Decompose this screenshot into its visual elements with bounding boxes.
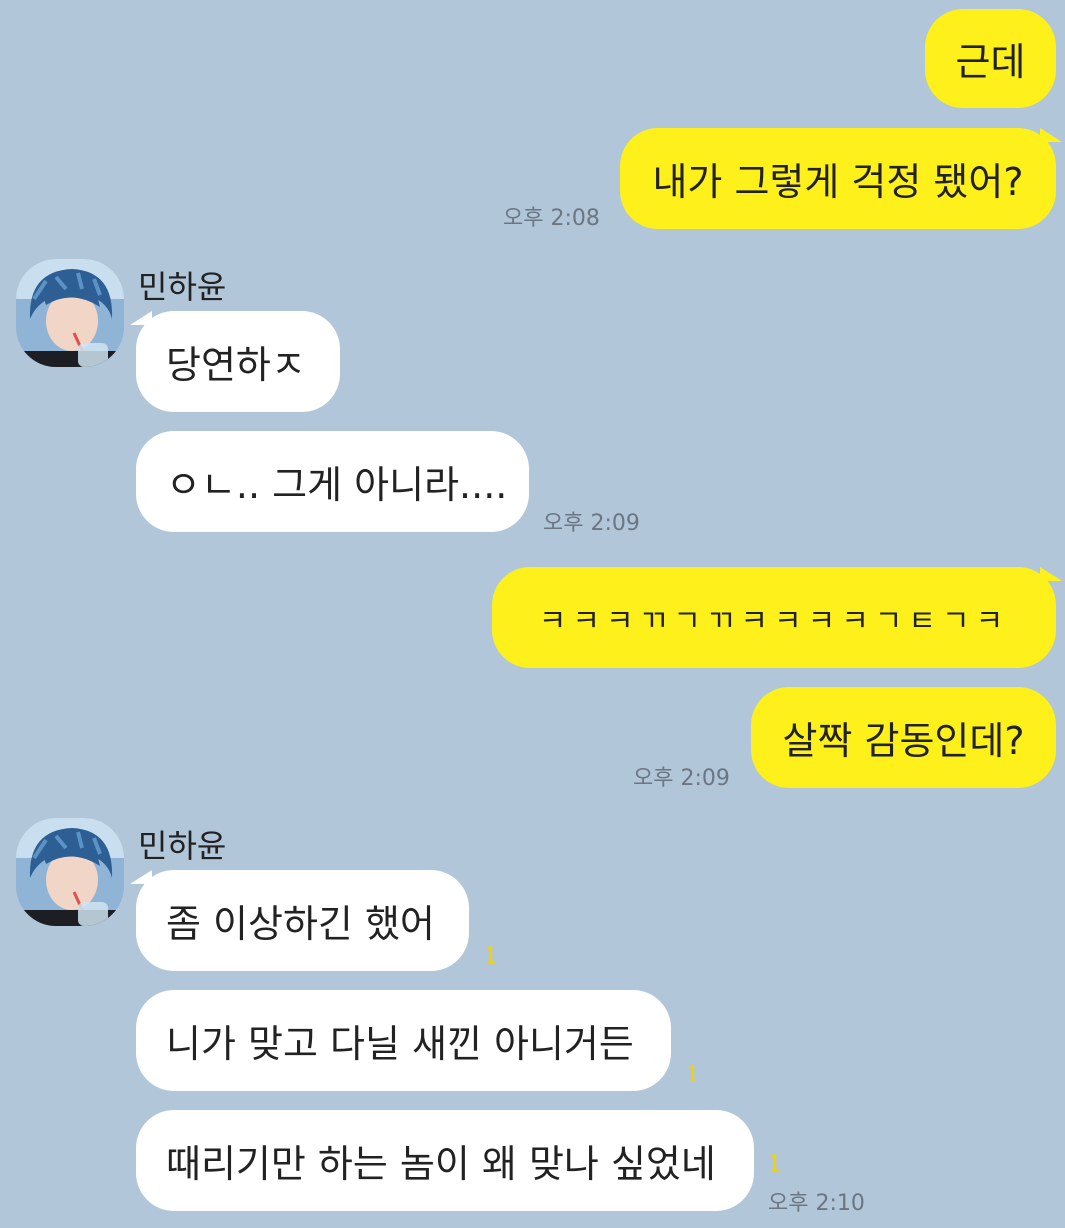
avatar[interactable] (16, 259, 124, 367)
unread-count: 1 (768, 1152, 782, 1177)
unread-count: 1 (686, 1063, 700, 1088)
message-text: 니가 맞고 다닐 새낀 아니거든 (166, 1022, 634, 1066)
message-text: 때리기만 하는 놈이 왜 맞나 싶었네 (166, 1142, 716, 1186)
bubble-tail (1040, 128, 1062, 142)
their-message-bubble[interactable]: 당연하ㅈ (136, 311, 340, 412)
their-message-bubble[interactable]: ㅇㄴ.. 그게 아니라.... (136, 431, 529, 532)
bubble-tail (1040, 567, 1062, 581)
bubble-tail (130, 311, 152, 325)
sender-name: 민하윤 (138, 268, 227, 306)
message-text: 살짝 감동인데? (782, 719, 1025, 763)
message-timestamp: 오후 2:09 (633, 766, 730, 791)
avatar[interactable] (16, 818, 124, 926)
message-text: 근데 (955, 40, 1026, 84)
unread-count: 1 (484, 944, 498, 969)
my-message-bubble[interactable]: 살짝 감동인데? (751, 687, 1056, 788)
my-message-bubble[interactable]: 근데 (925, 9, 1056, 108)
my-message-bubble[interactable]: ㅋㅋㅋㄲㄱㄲㅋㅋㅋㅋㄱㅌㄱㅋ (492, 567, 1056, 668)
message-text: 좀 이상하긴 했어 (166, 902, 435, 946)
message-timestamp: 오후 2:10 (768, 1191, 865, 1216)
message-text: ㅇㄴ.. 그게 아니라.... (166, 463, 508, 507)
sender-name: 민하윤 (138, 827, 227, 865)
my-message-bubble[interactable]: 내가 그렇게 걱정 됐어? (620, 128, 1056, 229)
message-text: 당연하ㅈ (166, 343, 306, 387)
their-message-bubble[interactable]: 때리기만 하는 놈이 왜 맞나 싶었네 (136, 1110, 754, 1211)
message-text: ㅋㅋㅋㄲㄱㄲㅋㅋㅋㅋㄱㅌㄱㅋ (538, 603, 1010, 639)
message-text: 내가 그렇게 걱정 됐어? (652, 160, 1024, 204)
their-message-bubble[interactable]: 니가 맞고 다닐 새낀 아니거든 (136, 990, 671, 1091)
message-timestamp: 오후 2:08 (503, 206, 600, 231)
bubble-tail (130, 870, 152, 884)
message-timestamp: 오후 2:09 (543, 511, 640, 536)
their-message-bubble[interactable]: 좀 이상하긴 했어 (136, 870, 469, 971)
